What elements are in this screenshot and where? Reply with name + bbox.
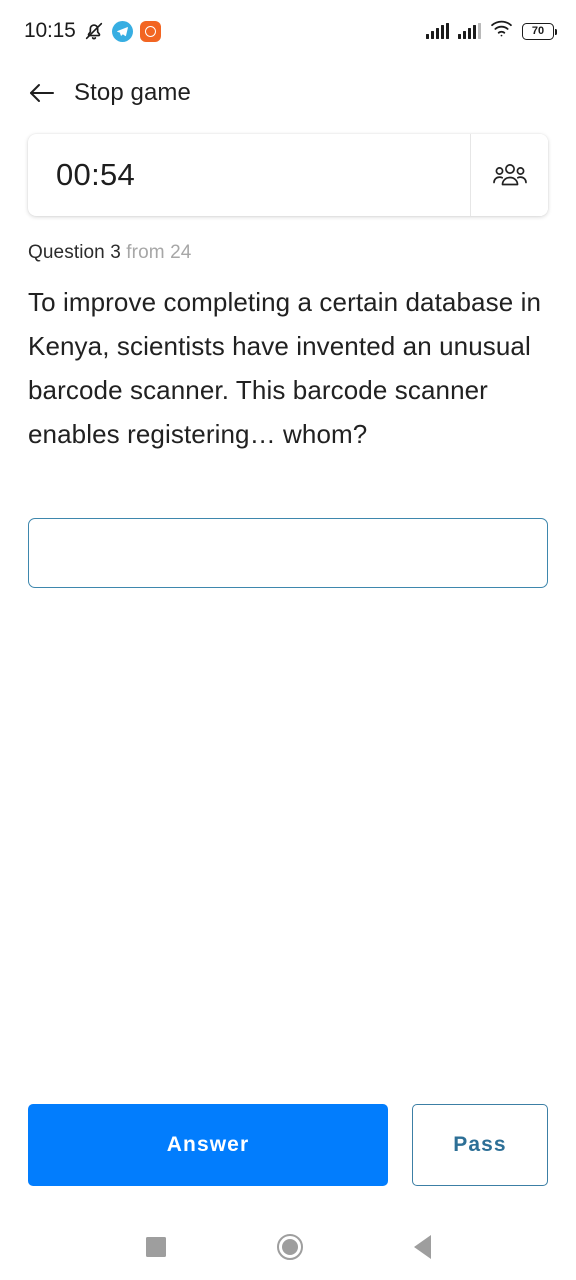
page-title: Stop game	[74, 79, 191, 106]
wifi-icon	[490, 20, 513, 42]
answer-input[interactable]	[28, 518, 548, 588]
timer-card: 00:54	[28, 134, 548, 216]
telegram-icon	[111, 20, 133, 42]
top-app-bar: Stop game	[0, 62, 576, 124]
status-bar-right: 70	[426, 20, 558, 42]
status-bar: 10:15 70	[0, 0, 576, 62]
back-arrow-icon[interactable]	[28, 81, 56, 105]
mute-bell-icon	[83, 20, 105, 42]
triangle-back-icon[interactable]	[413, 1235, 431, 1259]
android-nav-bar	[0, 1214, 576, 1280]
timer-value: 00:54	[56, 157, 136, 192]
square-recents-icon[interactable]	[145, 1237, 166, 1257]
status-clock: 10:15	[24, 19, 76, 42]
players-button[interactable]	[470, 134, 548, 216]
pass-button[interactable]: Pass	[412, 1104, 548, 1186]
orange-app-icon	[139, 20, 161, 42]
question-number: Question 3	[28, 242, 121, 263]
battery-level: 70	[531, 24, 545, 37]
question-meta: Question 3 from 24	[28, 242, 548, 264]
answer-button[interactable]: Answer	[28, 1104, 388, 1186]
question-total: from 24	[126, 242, 192, 263]
signal-bars-icon	[426, 23, 450, 39]
status-bar-left: 10:15	[24, 19, 161, 43]
phone-screen: 10:15 70 Stop game 00:54 Question 3 from…	[0, 0, 576, 1280]
group-people-icon	[492, 162, 527, 188]
action-bar: Answer Pass	[0, 1104, 576, 1186]
signal-bars-secondary-icon	[458, 23, 481, 39]
question-text: To improve completing a certain database…	[28, 287, 542, 449]
circle-home-icon[interactable]	[276, 1234, 303, 1260]
battery-icon: 70	[522, 22, 558, 40]
main-content: 00:54 Question 3 from 24 To improve comp…	[0, 124, 576, 1104]
